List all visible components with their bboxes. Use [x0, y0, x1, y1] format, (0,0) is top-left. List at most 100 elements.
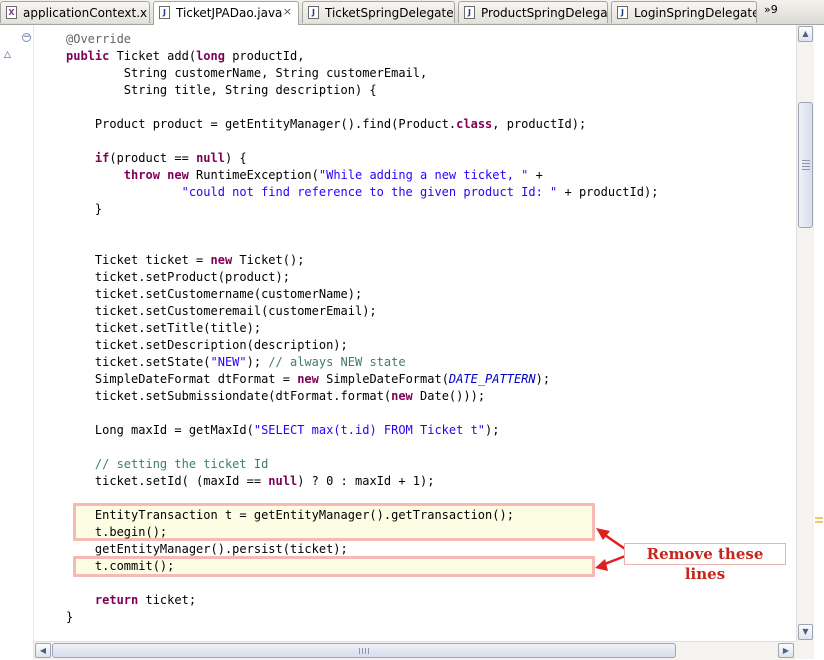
- code-token: ) {: [224, 151, 247, 165]
- code-token: ticket.setId( (maxId ==: [66, 474, 269, 488]
- code-token: +: [528, 168, 543, 182]
- horizontal-scrollbar[interactable]: ◀ ▶: [34, 641, 796, 660]
- scroll-up-icon[interactable]: ▲: [798, 26, 813, 42]
- code-token: null: [196, 151, 225, 165]
- code-token: ticket.setTitle(title);: [66, 321, 262, 335]
- code-token: String title, String description) {: [66, 83, 377, 97]
- code-line[interactable]: String title, String description) {: [66, 82, 377, 99]
- tab-ticket-jpa-dao[interactable]: J TicketJPADao.java ×: [153, 1, 299, 25]
- code-token: );: [246, 355, 269, 369]
- code-line[interactable]: ticket.setTitle(title);: [66, 320, 261, 337]
- code-token: }: [66, 202, 103, 216]
- code-token: @Override: [66, 32, 132, 46]
- code-token: , productId);: [492, 117, 587, 131]
- code-token: ticket.setState(: [66, 355, 211, 369]
- code-token: ticket.setCustomeremail(customerEmail);: [66, 304, 377, 318]
- code-token: null: [268, 474, 298, 488]
- code-token: if: [94, 151, 110, 165]
- code-token: Long maxId = getMaxId(: [66, 423, 254, 437]
- code-token: public: [66, 49, 117, 63]
- code-token: productId,: [232, 49, 305, 63]
- code-token: Date()));: [420, 389, 486, 403]
- code-line[interactable]: t.begin();: [66, 524, 167, 541]
- tab-product-spring-delegate[interactable]: J ProductSpringDelegat: [458, 1, 608, 23]
- code-token: // setting the ticket Id: [94, 457, 269, 471]
- code-token: SimpleDateFormat(: [326, 372, 449, 386]
- editor-tab-bar: X applicationContext.x J TicketJPADao.ja…: [0, 0, 824, 25]
- code-token: // always NEW state: [268, 355, 406, 369]
- tab-label: ProductSpringDelegat: [481, 6, 608, 20]
- code-line[interactable]: }: [66, 201, 102, 218]
- code-token: long: [196, 49, 233, 63]
- code-token: getEntityManager().persist(ticket);: [66, 542, 348, 556]
- code-line[interactable]: String customerName, String customerEmai…: [66, 65, 427, 82]
- tab-ticket-spring-delegate[interactable]: J TicketSpringDelegate: [302, 1, 455, 23]
- java-file-icon: J: [308, 6, 319, 19]
- vertical-scroll-thumb[interactable]: [798, 102, 813, 228]
- code-token: ticket;: [145, 593, 197, 607]
- code-line[interactable]: }: [66, 609, 73, 626]
- code-token: Ticket ticket =: [66, 253, 211, 267]
- overview-marker[interactable]: [815, 517, 823, 519]
- xml-file-icon: X: [6, 6, 17, 19]
- code-line[interactable]: return ticket;: [66, 592, 196, 609]
- code-token: RuntimeException(: [196, 168, 319, 182]
- remove-lines-callout: Remove these lines: [624, 543, 786, 583]
- overview-marker[interactable]: [815, 521, 823, 523]
- scroll-left-icon[interactable]: ◀: [35, 643, 51, 658]
- code-line[interactable]: @Override: [66, 31, 131, 48]
- code-token: ) ? 0 : maxId + 1);: [297, 474, 435, 488]
- tab-label: applicationContext.x: [23, 6, 148, 20]
- code-token: DATE_PATTERN: [448, 372, 536, 386]
- code-line[interactable]: public Ticket add(long productId,: [66, 48, 304, 65]
- scroll-down-icon[interactable]: ▼: [798, 624, 813, 640]
- java-file-icon: J: [464, 6, 475, 19]
- code-token: + productId);: [557, 185, 659, 199]
- code-line[interactable]: Product product = getEntityManager().fin…: [66, 116, 586, 133]
- code-line[interactable]: Ticket ticket = new Ticket();: [66, 252, 305, 269]
- code-line[interactable]: // setting the ticket Id: [66, 456, 268, 473]
- collapse-icon[interactable]: −: [22, 33, 31, 42]
- code-token: ticket.setDescription(description);: [66, 338, 348, 352]
- code-editor[interactable]: △ − @Override public Ticket add(long prod…: [0, 25, 824, 660]
- code-line[interactable]: SimpleDateFormat dtFormat = new SimpleDa…: [66, 371, 550, 388]
- tab-overflow-button[interactable]: »9: [764, 3, 778, 17]
- java-file-icon: J: [617, 6, 628, 19]
- code-line[interactable]: ticket.setState("NEW"); // always NEW st…: [66, 354, 406, 371]
- code-token: "While adding a new ticket, ": [318, 168, 529, 182]
- code-line[interactable]: Long maxId = getMaxId("SELECT max(t.id) …: [66, 422, 500, 439]
- horizontal-scroll-thumb[interactable]: [52, 643, 676, 658]
- tab-application-context[interactable]: X applicationContext.x: [0, 1, 150, 23]
- tab-label: TicketJPADao.java: [176, 6, 283, 20]
- code-line[interactable]: ticket.setCustomeremail(customerEmail);: [66, 303, 377, 320]
- close-tab-icon[interactable]: ×: [283, 5, 292, 19]
- code-token: "could not find reference to the given p…: [181, 185, 558, 199]
- scroll-right-icon[interactable]: ▶: [778, 643, 794, 658]
- code-line[interactable]: ticket.setId( (maxId == null) ? 0 : maxI…: [66, 473, 435, 490]
- code-token: );: [485, 423, 500, 437]
- vertical-scrollbar[interactable]: ▲ ▼: [796, 25, 815, 641]
- code-line[interactable]: ticket.setCustomername(customerName);: [66, 286, 362, 303]
- code-line[interactable]: EntityTransaction t = getEntityManager()…: [66, 507, 514, 524]
- code-token: new: [210, 253, 240, 267]
- code-line[interactable]: getEntityManager().persist(ticket);: [66, 541, 348, 558]
- code-line[interactable]: ticket.setDescription(description);: [66, 337, 348, 354]
- code-line[interactable]: "could not find reference to the given p…: [66, 184, 659, 201]
- code-token: SimpleDateFormat dtFormat =: [66, 372, 298, 386]
- code-token: ticket.setProduct(product);: [66, 270, 290, 284]
- code-token: "NEW": [210, 355, 247, 369]
- tab-label: LoginSpringDelegate.: [634, 6, 757, 20]
- tab-login-spring-delegate[interactable]: J LoginSpringDelegate.: [611, 1, 757, 23]
- code-token: ticket.setSubmissiondate(dtFormat.format…: [66, 389, 392, 403]
- code-line[interactable]: if(product == null) {: [66, 150, 247, 167]
- code-line[interactable]: t.commit();: [66, 558, 174, 575]
- code-token: Ticket add(: [116, 49, 197, 63]
- code-line[interactable]: ticket.setProduct(product);: [66, 269, 290, 286]
- code-line[interactable]: throw new RuntimeException("While adding…: [66, 167, 543, 184]
- overview-ruler[interactable]: [814, 25, 824, 659]
- code-line[interactable]: ticket.setSubmissiondate(dtFormat.format…: [66, 388, 485, 405]
